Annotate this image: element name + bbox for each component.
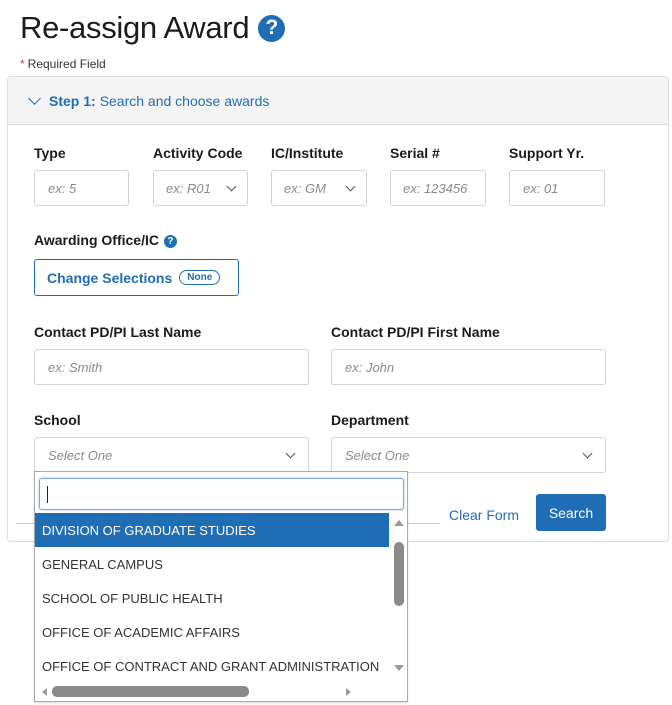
activity-code-placeholder: ex: R01 [166, 180, 211, 196]
horizontal-scroll-thumb[interactable] [52, 686, 249, 697]
scroll-left-arrow-icon[interactable] [42, 688, 47, 696]
chevron-down-icon [28, 91, 41, 105]
school-option[interactable]: SCHOOL OF PUBLIC HEALTH [35, 581, 389, 615]
school-options-list: DIVISION OF GRADUATE STUDIES GENERAL CAM… [35, 513, 389, 683]
serial-input[interactable]: ex: 123456 [390, 170, 486, 206]
activity-code-label: Activity Code [153, 145, 243, 161]
awarding-office-label: Awarding Office/IC? [34, 232, 177, 248]
page-title: Re-assign Award ? [20, 10, 286, 46]
scroll-down-arrow-icon[interactable] [394, 665, 404, 671]
required-star-icon: * [20, 57, 25, 71]
step-label: Search and choose awards [99, 92, 270, 109]
serial-placeholder: ex: 123456 [403, 180, 468, 196]
required-field-note: * Required Field [20, 57, 106, 71]
step-prefix: Step 1: [49, 92, 96, 109]
activity-code-select[interactable]: ex: R01 [153, 170, 248, 206]
school-option[interactable]: GENERAL CAMPUS [35, 547, 389, 581]
chevron-down-icon [345, 181, 356, 192]
department-select[interactable]: Select One [331, 437, 606, 473]
horizontal-scrollbar[interactable] [35, 683, 407, 701]
ic-institute-select[interactable]: ex: GM [271, 170, 367, 206]
chevron-down-icon [582, 448, 593, 459]
support-yr-label: Support Yr. [509, 145, 585, 161]
type-input[interactable]: ex: 5 [34, 170, 129, 206]
search-button[interactable]: Search [536, 494, 606, 531]
school-placeholder: Select One [48, 447, 113, 463]
page-title-text: Re-assign Award [20, 10, 250, 45]
last-name-input[interactable]: ex: Smith [34, 349, 309, 385]
vertical-scroll-thumb[interactable] [394, 542, 404, 606]
type-placeholder: ex: 5 [48, 180, 77, 196]
serial-label: Serial # [390, 145, 440, 161]
vertical-scrollbar[interactable] [390, 513, 407, 678]
school-option[interactable]: OFFICE OF CONTRACT AND GRANT ADMINISTRAT… [35, 649, 389, 683]
first-name-label: Contact PD/PI First Name [331, 324, 500, 340]
support-yr-placeholder: ex: 01 [523, 180, 559, 196]
type-label: Type [34, 145, 66, 161]
school-select[interactable]: Select One [34, 437, 309, 473]
clear-form-link[interactable]: Clear Form [449, 507, 519, 523]
school-option[interactable]: OFFICE OF ACADEMIC AFFAIRS [35, 615, 389, 649]
last-name-label: Contact PD/PI Last Name [34, 324, 202, 340]
chevron-down-icon [226, 181, 237, 192]
text-caret [47, 486, 48, 503]
first-name-placeholder: ex: John [345, 359, 395, 375]
step-1-toggle[interactable]: Step 1: Search and choose awards [8, 77, 668, 125]
ic-institute-placeholder: ex: GM [284, 180, 326, 196]
help-icon[interactable]: ? [258, 14, 286, 42]
school-option[interactable]: DIVISION OF GRADUATE STUDIES [35, 513, 389, 547]
scroll-up-arrow-icon[interactable] [394, 520, 404, 526]
school-dropdown-search-input[interactable] [39, 478, 404, 510]
scroll-right-arrow-icon[interactable] [346, 688, 351, 696]
divider [16, 523, 34, 524]
help-icon[interactable]: ? [163, 234, 177, 248]
school-dropdown: DIVISION OF GRADUATE STUDIES GENERAL CAM… [34, 471, 408, 702]
change-selections-button[interactable]: Change Selections None [34, 259, 239, 296]
last-name-placeholder: ex: Smith [48, 359, 103, 375]
first-name-input[interactable]: ex: John [331, 349, 606, 385]
school-label: School [34, 412, 81, 428]
required-field-label: Required Field [27, 57, 106, 71]
awarding-office-label-text: Awarding Office/IC [34, 232, 159, 248]
department-placeholder: Select One [345, 447, 410, 463]
ic-institute-label: IC/Institute [271, 145, 344, 161]
chevron-down-icon [285, 448, 296, 459]
change-selections-label: Change Selections [47, 269, 173, 286]
selection-count-badge: None [179, 270, 221, 285]
support-yr-input[interactable]: ex: 01 [509, 170, 605, 206]
department-label: Department [331, 412, 409, 428]
